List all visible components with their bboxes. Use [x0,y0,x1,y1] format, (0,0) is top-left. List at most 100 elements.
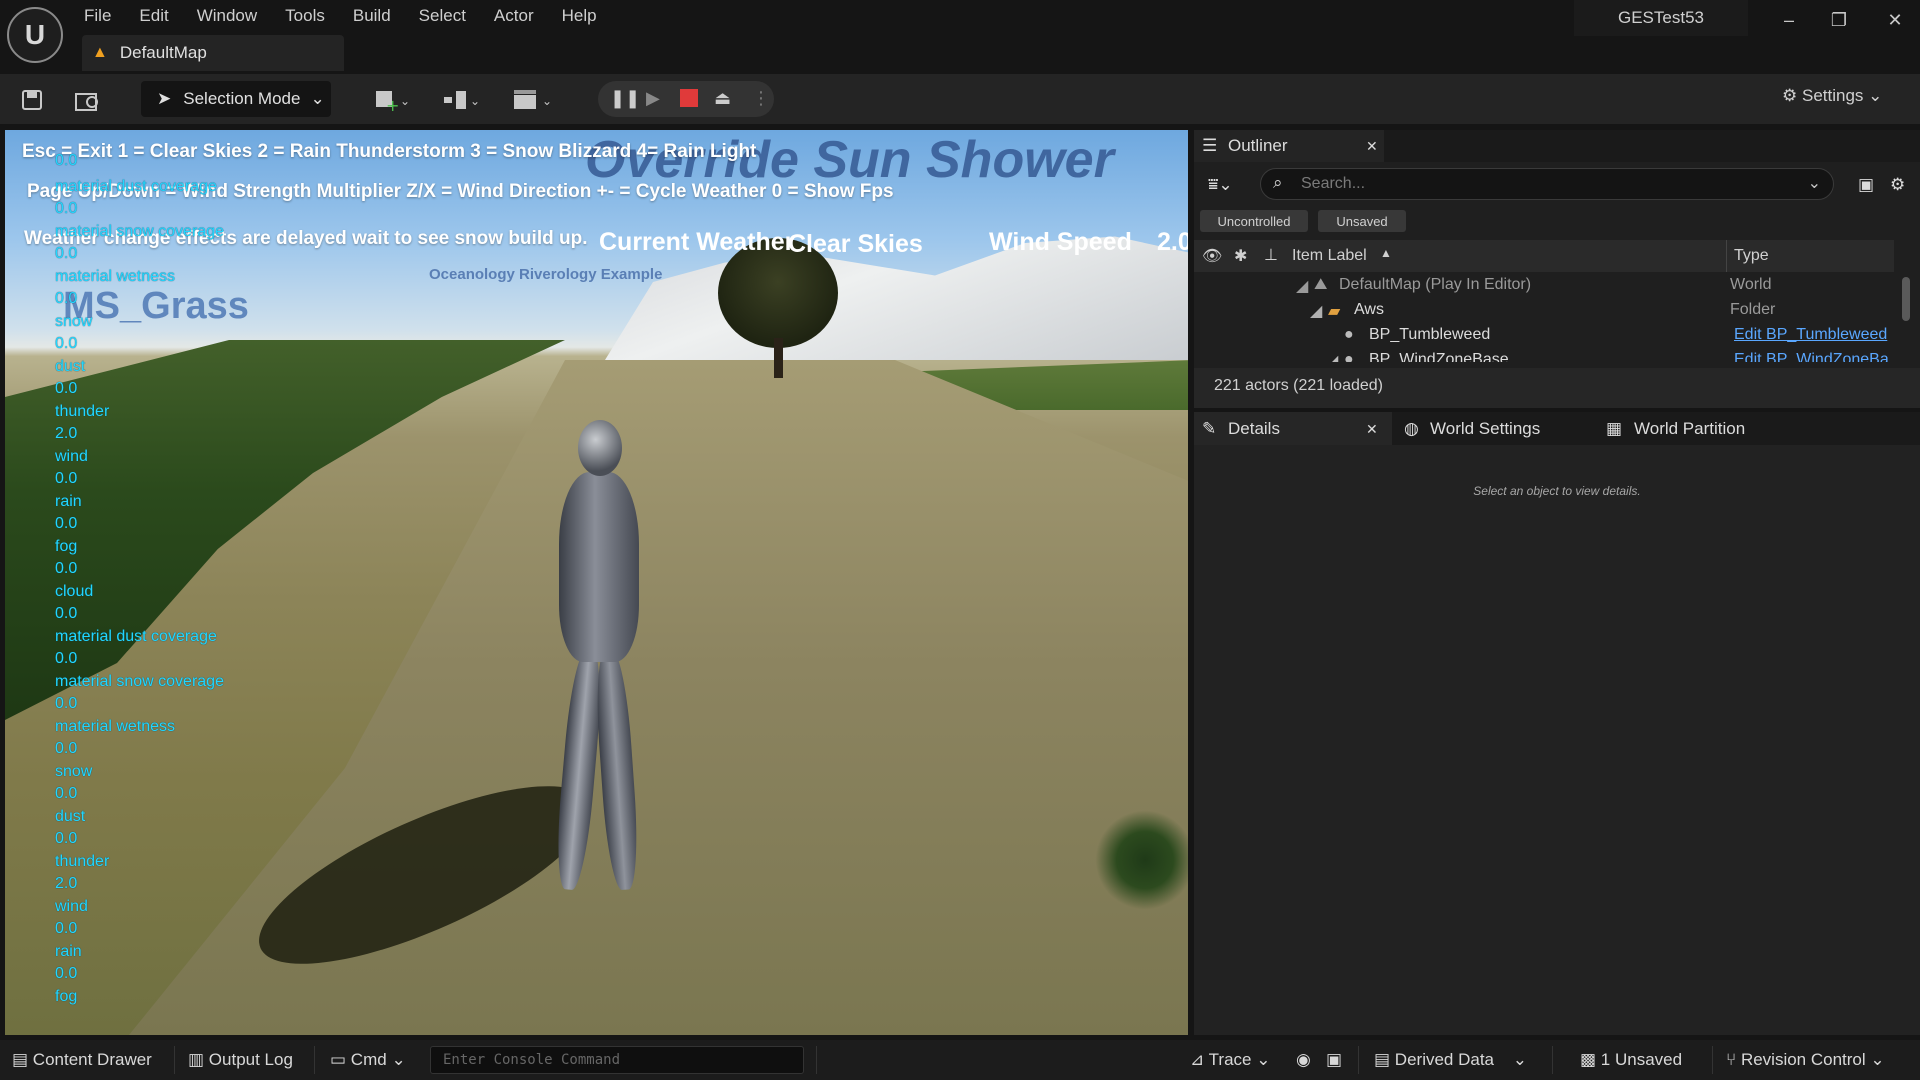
gear-icon[interactable]: ⚙ [1890,170,1905,200]
col-item-label[interactable]: Item Label [1292,247,1367,265]
unreal-logo-icon[interactable]: U [7,7,63,63]
gear-icon: ⚙ [1782,86,1798,105]
chevron-down-icon: ⌄ [391,1050,406,1069]
screenshot-icon[interactable]: ▣ [1326,1050,1342,1070]
menu-help[interactable]: Help [548,0,611,30]
actor-icon: ● [1344,351,1354,362]
debug-line: 0.0 [55,152,78,169]
record-icon[interactable]: ◉ [1296,1050,1311,1070]
blueprint-icon[interactable]: ⌄ [438,84,486,116]
menu-tools[interactable]: Tools [271,0,339,30]
content-drawer-button[interactable]: ▤ Content Drawer [12,1050,152,1070]
row-type: World [1730,276,1772,293]
stop-icon[interactable] [680,87,698,112]
debug-line: 0.0 [55,650,78,667]
menu-select[interactable]: Select [405,0,480,30]
menu-actor[interactable]: Actor [480,0,548,30]
browse-content-icon[interactable] [70,84,106,116]
selection-mode-dropdown[interactable]: ➤ Selection Mode ⌄ [141,81,331,117]
filter-icon[interactable]: ⩸⌄ [1208,170,1233,200]
console-input[interactable]: Enter Console Command [430,1046,804,1074]
save-icon[interactable] [16,84,48,116]
outliner-row[interactable]: ◢ ● BP_WindZoneBase Edit BP_WindZoneBa [1194,348,1894,362]
eject-icon[interactable]: ⏏ [714,88,731,109]
chevron-down-icon: ⌄ [1256,1050,1271,1069]
revision-control-dropdown[interactable]: ⑂ Revision Control ⌄ [1726,1050,1885,1070]
minimize-button[interactable]: – [1764,0,1814,40]
debug-line: 0.0 [55,245,78,262]
menu-build[interactable]: Build [339,0,405,30]
debug-line: 0.0 [55,335,78,352]
outliner-row[interactable]: ◢ ▰ Aws Folder [1194,298,1894,323]
tab-outliner[interactable] [1194,130,1384,162]
pin-icon[interactable]: ⊥ [1264,245,1278,265]
terminal-icon: ▭ [330,1050,347,1069]
actor-icon: ● [1344,326,1354,343]
debug-line: wind [55,898,88,915]
outliner-row[interactable]: ◢ ⛰ DefaultMap (Play In Editor) World [1194,273,1894,298]
tree [718,238,838,378]
svg-text:⌄: ⌄ [400,94,410,108]
debug-line: 0.0 [55,605,78,622]
doc-tab-defaultmap[interactable]: ▲ DefaultMap [82,35,344,71]
debug-line: material dust coverage [55,628,217,645]
wind-speed-label: Wind Speed [989,228,1132,256]
edit-blueprint-link[interactable]: Edit BP_WindZoneBa [1734,351,1889,362]
restore-button[interactable]: ❐ [1814,0,1864,40]
expand-icon[interactable]: ◢ [1326,351,1338,362]
chip-unsaved[interactable]: Unsaved [1318,210,1406,232]
pause-icon[interactable]: ❚❚ [610,88,640,109]
menu-window[interactable]: Window [183,0,271,30]
tab-world-settings[interactable]: World Settings [1430,414,1540,444]
output-log-label: Output Log [208,1050,293,1069]
menu-edit[interactable]: Edit [125,0,182,30]
settings-button[interactable]: ⚙ Settings ⌄ [1782,86,1882,106]
close-window-button[interactable]: ✕ [1870,0,1920,40]
plant [1095,810,1188,910]
tab-world-partition[interactable]: World Partition [1634,414,1745,444]
unsaved-button[interactable]: ▩ 1 Unsaved [1580,1050,1682,1070]
outliner-scrollbar[interactable] [1902,277,1910,321]
outliner-row[interactable]: ● BP_Tumbleweed Edit BP_Tumbleweed [1194,323,1894,348]
col-type[interactable]: Type [1734,247,1769,265]
debug-values: 0.0 material dust coverage 0.0 material … [55,138,305,1035]
add-folder-icon[interactable]: ▣ [1858,170,1874,200]
debug-line: 0.0 [55,740,78,757]
edit-blueprint-link[interactable]: Edit BP_Tumbleweed [1734,326,1887,344]
tab-details-label[interactable]: Details [1228,414,1280,444]
row-type: Folder [1730,301,1776,318]
level-viewport[interactable]: Override Sun Shower Esc = Exit 1 = Clear… [5,130,1188,1035]
close-icon[interactable]: ✕ [1366,414,1378,444]
expand-icon[interactable]: ◢ [1310,301,1322,321]
derived-data-label: Derived Data [1394,1050,1495,1069]
debug-line: 2.0 [55,875,78,892]
tab-details[interactable] [1194,412,1392,445]
step-icon[interactable]: ▶ [646,88,660,109]
output-log-button[interactable]: ▥ Output Log [188,1050,293,1070]
chevron-down-icon: ⌄ [310,89,325,108]
debug-line: 0.0 [55,560,78,577]
cmd-dropdown[interactable]: ▭ Cmd ⌄ [330,1050,406,1070]
chevron-down-icon[interactable]: ⌄ [1808,173,1821,193]
add-actor-icon[interactable]: + ⌄ [368,84,416,116]
cinematics-icon[interactable]: ⌄ [508,84,556,116]
more-options-icon[interactable]: ⋮ [752,88,770,109]
grid-icon: ▦ [1606,419,1623,438]
expand-icon[interactable]: ◢ [1296,276,1308,296]
star-icon[interactable]: ✱ [1234,246,1247,266]
trace-dropdown[interactable]: ⊿ Trace ⌄ [1190,1050,1270,1070]
debug-line: material dust coverage [55,178,217,195]
derived-data-dropdown[interactable]: ▤ Derived Data ⌄ [1374,1050,1527,1070]
visibility-icon[interactable]: 👁 [1202,246,1222,266]
outliner-search-input[interactable]: ⌕ Search... ⌄ [1260,168,1834,200]
details-empty-message: Select an object to view details. [1473,484,1641,498]
play-controls: ❚❚ ▶ ⏏ ⋮ [598,81,774,117]
branch-icon: ⑂ [1726,1050,1737,1069]
search-icon: ⌕ [1273,173,1283,192]
chip-uncontrolled[interactable]: Uncontrolled [1200,210,1308,232]
close-icon[interactable]: ✕ [1366,131,1378,161]
pencil-icon: ✎ [1202,419,1217,438]
menu-file[interactable]: File [70,0,125,30]
menu-bar: File Edit Window Tools Build Select Acto… [70,0,611,30]
unsaved-icon: ▩ [1580,1050,1597,1069]
